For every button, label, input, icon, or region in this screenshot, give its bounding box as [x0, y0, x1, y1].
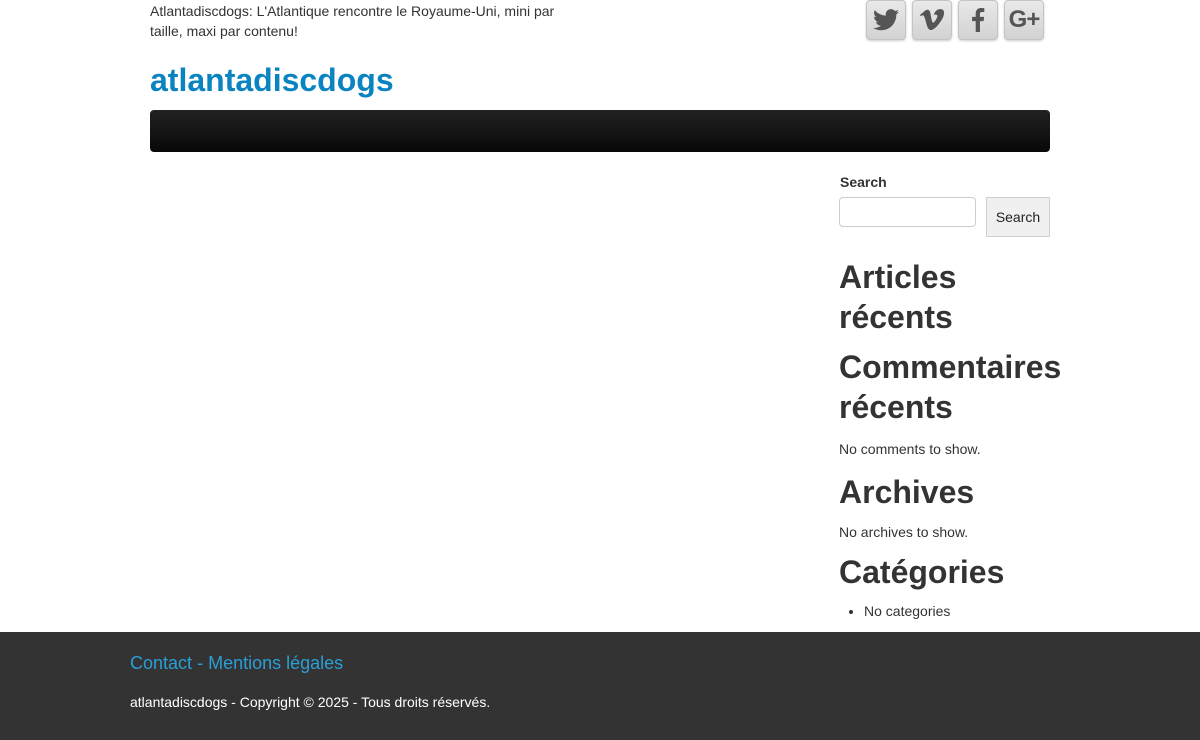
footer-link-separator: - [197, 653, 204, 673]
categories-list: No categories [839, 603, 950, 619]
vimeo-icon [920, 9, 944, 30]
footer-links: Contact - Mentions légales [130, 653, 343, 674]
archives-empty: No archives to show. [839, 524, 969, 540]
google-plus-icon: G+ [1008, 6, 1041, 33]
recent-posts-title: Articles récents [839, 259, 957, 335]
site-tagline: Atlantadiscdogs: L'Atlantique rencontre … [150, 3, 555, 39]
social-links: G+ [866, 0, 1044, 40]
recent-comments-empty: No comments to show. [839, 441, 981, 457]
archives-title: Archives [839, 474, 975, 510]
search-button[interactable]: Search [986, 197, 1050, 237]
search-input[interactable] [839, 197, 976, 227]
categories-title: Catégories [839, 554, 1005, 590]
copyright-text: atlantadiscdogs - Copyright © 2025 - Tou… [130, 694, 491, 710]
twitter-icon [873, 9, 899, 31]
facebook-icon [972, 8, 985, 32]
facebook-button[interactable] [958, 0, 998, 40]
google-plus-button[interactable]: G+ [1004, 0, 1044, 40]
contact-link[interactable]: Contact [130, 653, 192, 673]
recent-comments-title: Commentaires récents [839, 349, 1062, 425]
main-navbar [150, 110, 1050, 152]
vimeo-button[interactable] [912, 0, 952, 40]
site-title-link[interactable]: atlantadiscdogs [150, 60, 394, 100]
site-footer: Contact - Mentions légales atlantadiscdo… [0, 632, 1200, 740]
legal-notice-link[interactable]: Mentions légales [208, 653, 343, 673]
search-label: Search [840, 174, 887, 190]
list-item: No categories [864, 603, 950, 619]
twitter-button[interactable] [866, 0, 906, 40]
